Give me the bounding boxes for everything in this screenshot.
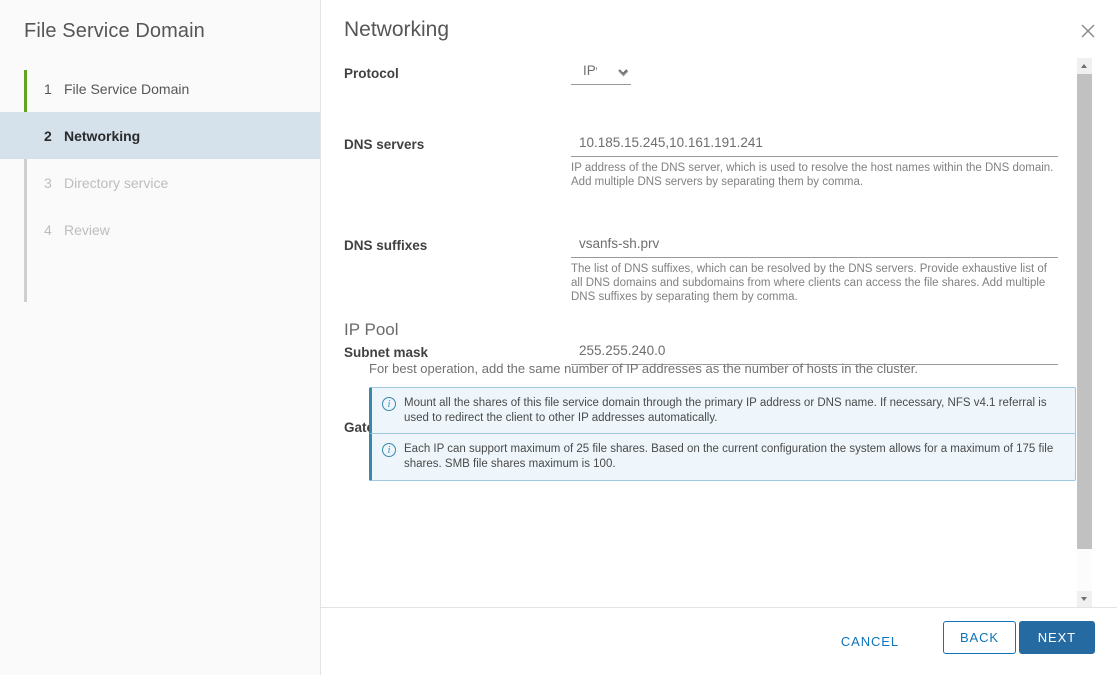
back-button[interactable]: BACK <box>942 621 1016 654</box>
scrollbar-thumb[interactable] <box>1077 74 1092 549</box>
wizard-main-pane: Networking Protocol IPv4 DNS servers 10.… <box>321 0 1117 675</box>
alert-primary-ip-info: i Mount all the shares of this file serv… <box>369 387 1076 435</box>
vertical-scrollbar[interactable] <box>1077 58 1092 607</box>
protocol-label: Protocol <box>344 66 399 81</box>
step-number: 4 <box>44 221 52 238</box>
alert-text: Mount all the shares of this file servic… <box>404 397 1047 424</box>
step-label: File Service Domain <box>64 80 190 97</box>
info-icon: i <box>382 397 396 411</box>
form-scroll-region: Protocol IPv4 DNS servers IP add <box>321 55 1117 605</box>
subnet-mask-label: Subnet mask <box>344 345 429 360</box>
protocol-select-wrap: IPv4 <box>571 59 631 85</box>
ip-pool-description: For best operation, add the same number … <box>369 361 918 376</box>
step-label: Review <box>64 221 110 238</box>
step-number: 3 <box>44 174 52 191</box>
dns-suffixes-label: DNS suffixes <box>344 238 428 253</box>
info-icon: i <box>382 443 396 457</box>
step-label: Networking <box>64 127 141 144</box>
field-gateway: Gateway <box>321 191 1117 440</box>
file-service-domain-wizard: File Service Domain 1 File Service Domai… <box>0 0 1117 675</box>
step-number: 1 <box>44 80 52 97</box>
wizard-footer: CANCEL BACK NEXT <box>321 607 1117 675</box>
dns-suffixes-help: The list of DNS suffixes, which can be r… <box>571 263 1047 303</box>
alert-file-share-limits: i Each IP can support maximum of 25 file… <box>369 433 1076 481</box>
field-protocol: Protocol IPv4 <box>321 55 1117 89</box>
scroll-up-button[interactable] <box>1077 58 1092 74</box>
protocol-select[interactable]: IPv4 <box>571 59 631 85</box>
sidebar-step-directory-service: 3 Directory service <box>0 159 320 206</box>
ip-pool-heading: IP Pool <box>344 320 399 339</box>
field-subnet-mask: Subnet mask <box>321 157 1117 365</box>
alert-text: Each IP can support maximum of 25 file s… <box>404 443 1054 470</box>
sidebar-step-file-service-domain[interactable]: 1 File Service Domain <box>0 65 320 112</box>
wizard-title: File Service Domain <box>24 20 205 42</box>
chevron-down-icon <box>1081 597 1087 601</box>
dns-suffixes-input[interactable] <box>571 232 1058 258</box>
step-label: Directory service <box>64 174 169 191</box>
wizard-sidebar: File Service Domain 1 File Service Domai… <box>0 0 321 675</box>
field-dns-servers: DNS servers IP address of the DNS server… <box>321 89 1117 188</box>
page-title: Networking <box>344 18 450 41</box>
close-icon[interactable] <box>1077 23 1099 45</box>
sidebar-step-networking[interactable]: 2 Networking <box>0 112 320 159</box>
wizard-steps: 1 File Service Domain 2 Networking 3 Dir… <box>0 65 320 302</box>
step-number: 2 <box>44 127 52 144</box>
form-content: Protocol IPv4 DNS servers IP add <box>321 55 1117 481</box>
next-button[interactable]: NEXT <box>1018 621 1095 654</box>
field-dns-suffixes: DNS suffixes The list of DNS suffixes, w… <box>321 123 1117 303</box>
scroll-down-button[interactable] <box>1077 591 1092 607</box>
chevron-up-icon <box>1081 64 1087 68</box>
cancel-button[interactable]: CANCEL <box>829 626 911 657</box>
sidebar-step-review: 4 Review <box>0 206 320 253</box>
